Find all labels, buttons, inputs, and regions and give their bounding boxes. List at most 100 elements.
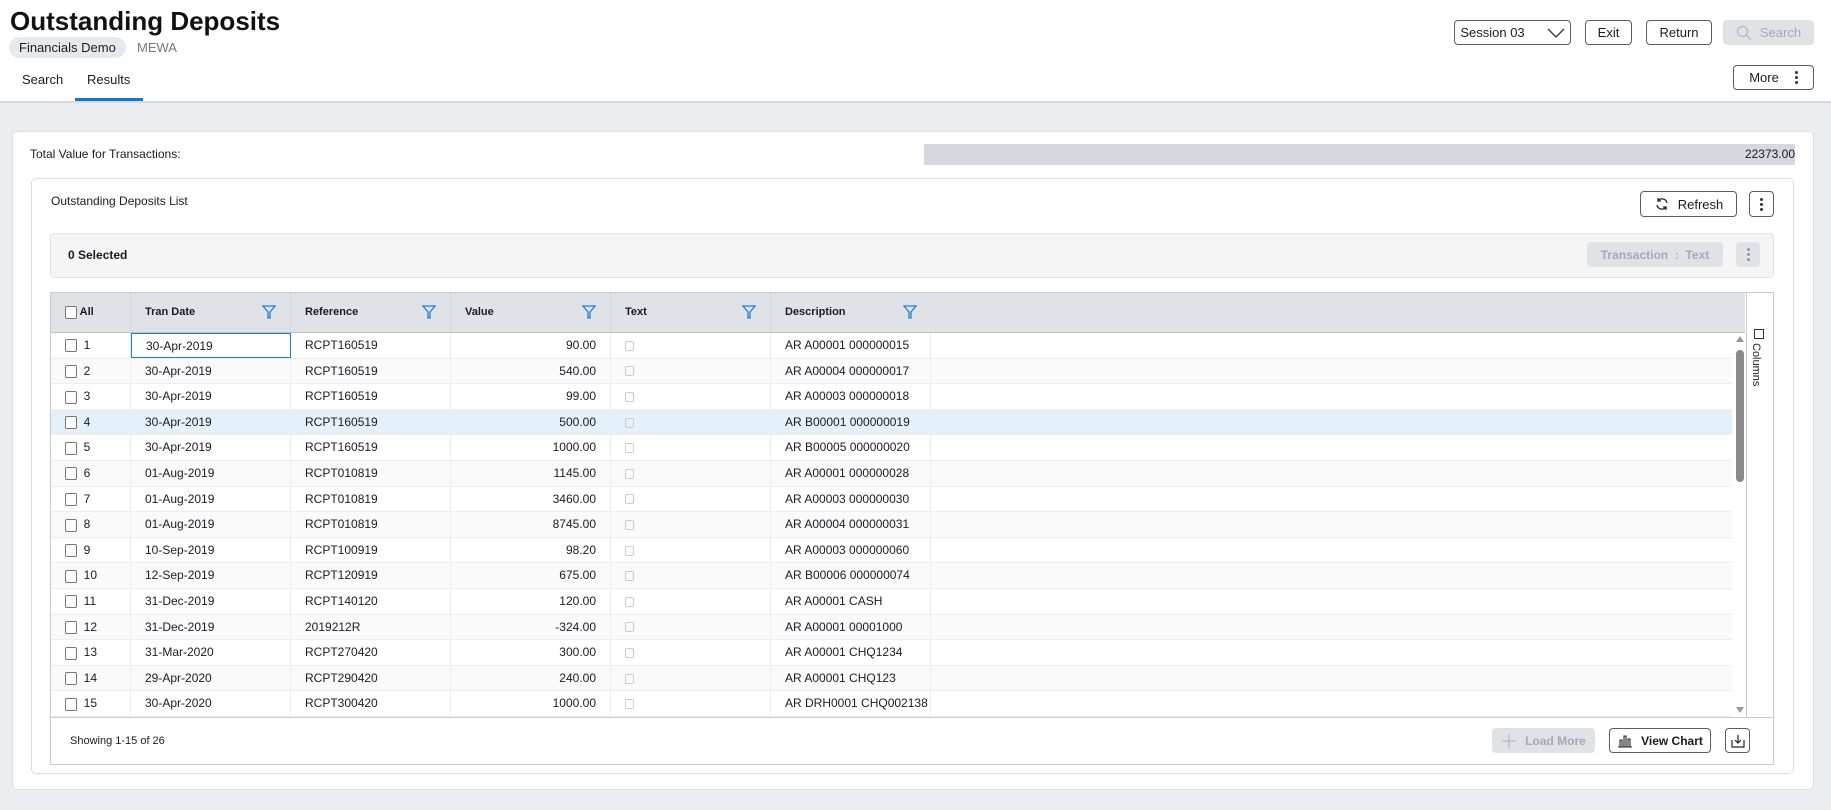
more-button[interactable]: More (1733, 65, 1814, 90)
cell-value[interactable]: 120.00 (451, 589, 611, 614)
cell-reference[interactable]: RCPT010819 (291, 486, 451, 512)
scroll-down-icon[interactable] (1736, 707, 1744, 713)
row-checkbox[interactable] (65, 467, 77, 481)
cell-reference[interactable]: RCPT160519 (291, 358, 451, 384)
session-dropdown[interactable]: Session 03 (1454, 20, 1571, 45)
cell-text[interactable] (611, 614, 771, 640)
table-row[interactable]: 13 31-Mar-2020 RCPT270420 300.00 AR A00001 C… (51, 640, 1732, 666)
table-row[interactable]: 10 12-Sep-2019 RCPT120919 675.00 AR B00006 0… (51, 563, 1732, 589)
cell-value[interactable]: 675.00 (451, 563, 611, 588)
columns-side-panel[interactable]: Columns (1746, 293, 1774, 717)
row-checkbox[interactable] (65, 620, 77, 634)
cell-tran-date[interactable]: 30-Apr-2019 (131, 333, 291, 358)
cell-select[interactable]: 13 (51, 640, 131, 665)
cell-value[interactable]: 98.20 (451, 537, 611, 563)
filter-icon[interactable] (582, 305, 596, 319)
exit-button[interactable]: Exit (1585, 20, 1632, 45)
cell-tran-date[interactable]: 01-Aug-2019 (131, 512, 291, 537)
return-button[interactable]: Return (1646, 20, 1712, 45)
cell-select[interactable]: 3 (51, 384, 131, 409)
cell-description[interactable]: AR A00001 CASH (771, 589, 931, 614)
cell-value[interactable]: 1145.00 (451, 461, 611, 486)
cell-reference[interactable]: RCPT120919 (291, 563, 451, 588)
cell-reference[interactable]: RCPT290420 (291, 665, 451, 691)
cell-reference[interactable]: RCPT010819 (291, 512, 451, 537)
row-checkbox[interactable] (65, 364, 77, 378)
cell-text[interactable] (611, 486, 771, 512)
cell-text[interactable] (611, 665, 771, 691)
cell-description[interactable]: AR A00004 000000017 (771, 358, 931, 384)
cell-tran-date[interactable]: 30-Apr-2019 (131, 384, 291, 409)
selection-options-button[interactable] (1736, 242, 1760, 267)
cell-description[interactable]: AR A00003 000000018 (771, 384, 931, 409)
cell-reference[interactable]: RCPT270420 (291, 640, 451, 665)
cell-value[interactable]: 8745.00 (451, 512, 611, 537)
filter-icon[interactable] (903, 305, 917, 319)
cell-select[interactable]: 2 (51, 358, 131, 384)
view-chart-button[interactable]: View Chart (1609, 728, 1711, 753)
cell-description[interactable]: AR A00001 000000028 (771, 461, 931, 486)
cell-select[interactable]: 6 (51, 461, 131, 486)
cell-value[interactable]: 99.00 (451, 384, 611, 409)
cell-reference[interactable]: RCPT010819 (291, 461, 451, 486)
cell-text[interactable] (611, 461, 771, 486)
table-row[interactable]: 8 01-Aug-2019 RCPT010819 8745.00 AR A00004 0… (51, 512, 1732, 538)
table-row[interactable]: 3 30-Apr-2019 RCPT160519 99.00 AR A00003 000… (51, 384, 1732, 410)
cell-value[interactable]: -324.00 (451, 614, 611, 640)
table-row[interactable]: 11 31-Dec-2019 RCPT140120 120.00 AR A00001 C… (51, 589, 1732, 615)
row-checkbox[interactable] (65, 390, 77, 404)
cell-select[interactable]: 15 (51, 691, 131, 716)
column-header-text[interactable]: Text (611, 293, 771, 332)
cell-select[interactable]: 9 (51, 537, 131, 563)
cell-reference[interactable]: RCPT100919 (291, 537, 451, 563)
cell-description[interactable]: AR A00003 000000060 (771, 537, 931, 563)
cell-tran-date[interactable]: 31-Dec-2019 (131, 589, 291, 614)
row-checkbox[interactable] (65, 646, 77, 660)
cell-tran-date[interactable]: 30-Apr-2019 (131, 435, 291, 460)
row-checkbox[interactable] (65, 595, 77, 609)
cell-tran-date[interactable]: 01-Aug-2019 (131, 486, 291, 512)
cell-text[interactable] (611, 563, 771, 588)
transaction-text-button[interactable]: Transaction : Text (1587, 242, 1723, 267)
select-all-header[interactable]: All (51, 293, 131, 332)
tab-search[interactable]: Search (22, 72, 63, 87)
row-checkbox[interactable] (65, 697, 77, 711)
filter-icon[interactable] (262, 305, 276, 319)
company-chip[interactable]: Financials Demo (9, 37, 126, 58)
cell-tran-date[interactable]: 01-Aug-2019 (131, 461, 291, 486)
cell-tran-date[interactable]: 30-Apr-2020 (131, 691, 291, 716)
cell-description[interactable]: AR A00003 000000030 (771, 486, 931, 512)
cell-tran-date[interactable]: 31-Mar-2020 (131, 640, 291, 665)
cell-text[interactable] (611, 409, 771, 435)
cell-select[interactable]: 8 (51, 512, 131, 537)
cell-value[interactable]: 240.00 (451, 665, 611, 691)
table-row[interactable]: 1 30-Apr-2019 RCPT160519 90.00 AR A00001 000… (51, 333, 1732, 359)
cell-description[interactable]: AR A00001 CHQ123 (771, 665, 931, 691)
cell-select[interactable]: 5 (51, 435, 131, 460)
table-row[interactable]: 14 29-Apr-2020 RCPT290420 240.00 AR A00001 C… (51, 665, 1732, 692)
cell-select[interactable]: 7 (51, 486, 131, 512)
table-row[interactable]: 7 01-Aug-2019 RCPT010819 3460.00 AR A00003 0… (51, 486, 1732, 513)
cell-tran-date[interactable]: 31-Dec-2019 (131, 614, 291, 640)
cell-value[interactable]: 1000.00 (451, 435, 611, 460)
cell-value[interactable]: 90.00 (451, 333, 611, 358)
cell-text[interactable] (611, 358, 771, 384)
cell-value[interactable]: 1000.00 (451, 691, 611, 716)
cell-text[interactable] (611, 384, 771, 409)
cell-description[interactable]: AR A00001 CHQ1234 (771, 640, 931, 665)
scroll-up-icon[interactable] (1736, 336, 1744, 342)
download-button[interactable] (1725, 728, 1750, 753)
column-header-tran-date[interactable]: Tran Date (131, 293, 291, 332)
cell-select[interactable]: 4 (51, 409, 131, 435)
cell-description[interactable]: AR A00001 00001000 (771, 614, 931, 640)
cell-value[interactable]: 300.00 (451, 640, 611, 665)
cell-text[interactable] (611, 435, 771, 460)
cell-description[interactable]: AR DRH0001 CHQ002138 (771, 691, 931, 716)
table-row[interactable]: 5 30-Apr-2019 RCPT160519 1000.00 AR B00005 0… (51, 435, 1732, 461)
tab-results[interactable]: Results (87, 72, 130, 87)
table-row[interactable]: 9 10-Sep-2019 RCPT100919 98.20 AR A00003 000… (51, 537, 1732, 564)
load-more-button[interactable]: Load More (1492, 728, 1595, 753)
cell-value[interactable]: 3460.00 (451, 486, 611, 512)
column-header-value[interactable]: Value (451, 293, 611, 332)
row-checkbox[interactable] (65, 339, 77, 353)
